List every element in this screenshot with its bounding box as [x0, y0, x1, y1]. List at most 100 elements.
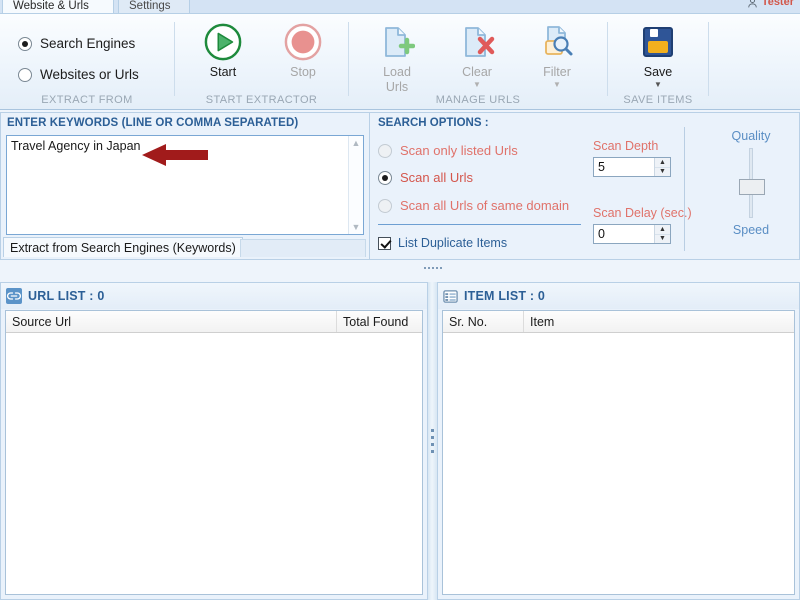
- url-list-column-total-found[interactable]: Total Found: [336, 311, 422, 332]
- tab-settings-label: Settings: [129, 0, 171, 12]
- scan-depth-label: Scan Depth: [593, 139, 659, 153]
- user-badge[interactable]: Tester: [747, 0, 794, 8]
- scan-depth-stepper-arrows[interactable]: ▲ ▼: [654, 158, 670, 176]
- item-list-column-item[interactable]: Item: [523, 311, 794, 332]
- search-options-panel: SEARCH OPTIONS : Scan only listed Urls S…: [370, 112, 800, 260]
- keywords-source-tab-label: Extract from Search Engines (Keywords): [10, 241, 236, 255]
- file-plus-icon: [361, 20, 433, 64]
- radio-scan-all-urls-same-domain[interactable]: Scan all Urls of same domain: [378, 198, 569, 213]
- url-list-title: URL LIST : 0: [28, 289, 105, 303]
- load-urls-button[interactable]: Load Urls: [361, 20, 433, 94]
- checkbox-list-duplicate-items[interactable]: List Duplicate Items: [378, 236, 507, 250]
- clear-button[interactable]: Clear ▼: [441, 20, 513, 89]
- save-button-label: Save: [643, 65, 673, 79]
- search-options-title: SEARCH OPTIONS :: [378, 117, 489, 129]
- floppy-disk-icon: [622, 20, 694, 64]
- chevron-down-icon[interactable]: ▼: [352, 222, 361, 232]
- item-list-panel: ITEM LIST : 0 Sr. No. Item: [437, 282, 800, 600]
- clear-dropdown-icon[interactable]: ▼: [441, 81, 513, 89]
- scan-depth-decrement-icon[interactable]: ▼: [655, 168, 670, 177]
- url-list-header: URL LIST : 0: [1, 283, 427, 309]
- radio-scan-only-listed-urls-indicator: [378, 143, 392, 158]
- keywords-panel-title: ENTER KEYWORDS (LINE OR COMMA SEPARATED): [7, 117, 299, 129]
- radio-scan-only-listed-urls-label: Scan only listed Urls: [400, 143, 518, 158]
- item-list-grid-body[interactable]: [443, 333, 794, 594]
- ribbon-separator-4: [708, 22, 709, 96]
- item-list-column-sr-no[interactable]: Sr. No.: [443, 311, 523, 332]
- item-list-title: ITEM LIST : 0: [464, 289, 546, 303]
- scan-delay-stepper[interactable]: 0 ▲ ▼: [593, 224, 671, 244]
- filter-dropdown-icon[interactable]: ▼: [521, 81, 593, 89]
- load-urls-label-line1: Load: [383, 65, 411, 79]
- link-icon: [6, 288, 22, 304]
- filter-button[interactable]: Filter ▼: [521, 20, 593, 89]
- keywords-tabstrip-filler: [240, 239, 366, 257]
- radio-search-engines[interactable]: Search Engines: [18, 36, 135, 51]
- keywords-scrollbar[interactable]: ▲ ▼: [348, 136, 363, 234]
- scan-delay-value[interactable]: 0: [594, 225, 654, 243]
- slider-bottom-label: Speed: [732, 223, 770, 237]
- stop-button[interactable]: Stop: [267, 20, 339, 79]
- radio-scan-all-urls-indicator: [378, 170, 392, 185]
- tab-website-urls[interactable]: Website & Urls: [2, 0, 114, 13]
- scan-depth-increment-icon[interactable]: ▲: [655, 158, 670, 168]
- item-list-grid-header: Sr. No. Item: [443, 311, 794, 333]
- radio-websites-or-urls-indicator: [18, 67, 32, 82]
- scan-delay-label: Scan Delay (sec.): [593, 206, 692, 220]
- ribbon-tabstrip: Website & Urls Settings Tester: [0, 0, 800, 14]
- group-label-start-extractor: START EXTRACTOR: [205, 94, 318, 106]
- ribbon-group-manage-urls: Load Urls Clear ▼ Filter ▼ MANAGE URLS: [349, 14, 607, 110]
- filter-button-label: Filter: [543, 65, 571, 79]
- scan-depth-stepper[interactable]: 5 ▲ ▼: [593, 157, 671, 177]
- stop-circle-icon: [267, 20, 339, 64]
- radio-websites-or-urls[interactable]: Websites or Urls: [18, 67, 139, 82]
- radio-scan-all-urls-label: Scan all Urls: [400, 170, 473, 185]
- radio-scan-only-listed-urls[interactable]: Scan only listed Urls: [378, 143, 518, 158]
- radio-scan-all-urls[interactable]: Scan all Urls: [378, 170, 473, 185]
- group-label-save-items: SAVE ITEMS: [623, 94, 693, 106]
- user-icon: [748, 0, 757, 7]
- file-x-icon: [441, 20, 513, 64]
- scan-depth-value[interactable]: 5: [594, 158, 654, 176]
- url-list-grid-body[interactable]: [6, 333, 422, 594]
- radio-search-engines-label: Search Engines: [40, 36, 136, 51]
- start-button[interactable]: Start: [187, 20, 259, 79]
- url-list-column-source-url[interactable]: Source Url: [6, 311, 336, 332]
- scan-delay-stepper-arrows[interactable]: ▲ ▼: [654, 225, 670, 243]
- application-window: Website & Urls Settings Tester Search En…: [0, 0, 800, 600]
- ribbon: Search Engines Websites or Urls EXTRACT …: [0, 14, 800, 110]
- scan-delay-increment-icon[interactable]: ▲: [655, 225, 670, 235]
- scan-delay-decrement-icon[interactable]: ▼: [655, 235, 670, 244]
- ribbon-group-extract-from: Search Engines Websites or Urls EXTRACT …: [0, 14, 174, 110]
- group-label-manage-urls: MANAGE URLS: [435, 94, 521, 106]
- group-label-extract-from: EXTRACT FROM: [41, 94, 133, 106]
- save-dropdown-icon[interactable]: ▼: [622, 81, 694, 89]
- slider-thumb[interactable]: [739, 179, 765, 195]
- search-options-divider: [378, 224, 581, 225]
- list-splitter[interactable]: [428, 282, 437, 600]
- stop-button-label: Stop: [290, 65, 316, 79]
- keywords-source-tab[interactable]: Extract from Search Engines (Keywords): [3, 237, 243, 257]
- user-name-label: Tester: [761, 0, 794, 8]
- url-list-panel: URL LIST : 0 Source Url Total Found: [0, 282, 428, 600]
- quality-speed-slider[interactable]: Quality Speed: [708, 129, 794, 237]
- checkbox-list-duplicate-items-indicator: [378, 236, 391, 250]
- load-urls-label-line2: Urls: [385, 80, 409, 94]
- panel-resize-grip[interactable]: [418, 265, 448, 271]
- tab-website-urls-label: Website & Urls: [13, 0, 89, 12]
- url-list-grid[interactable]: Source Url Total Found: [5, 310, 423, 595]
- save-button[interactable]: Save ▼: [622, 20, 694, 89]
- grid-icon: [443, 289, 458, 303]
- chevron-up-icon[interactable]: ▲: [352, 138, 361, 148]
- item-list-header: ITEM LIST : 0: [438, 283, 799, 309]
- tab-settings[interactable]: Settings: [118, 0, 190, 13]
- search-options-vertical-separator: [684, 127, 685, 251]
- file-search-icon: [521, 20, 593, 64]
- slider-track[interactable]: [739, 148, 765, 218]
- item-list-grid[interactable]: Sr. No. Item: [442, 310, 795, 595]
- slider-top-label: Quality: [731, 129, 771, 143]
- keywords-panel: ENTER KEYWORDS (LINE OR COMMA SEPARATED)…: [0, 112, 370, 260]
- checkbox-list-duplicate-items-label: List Duplicate Items: [398, 236, 508, 250]
- annotation-arrow: [140, 143, 208, 172]
- play-circle-icon: [187, 20, 259, 64]
